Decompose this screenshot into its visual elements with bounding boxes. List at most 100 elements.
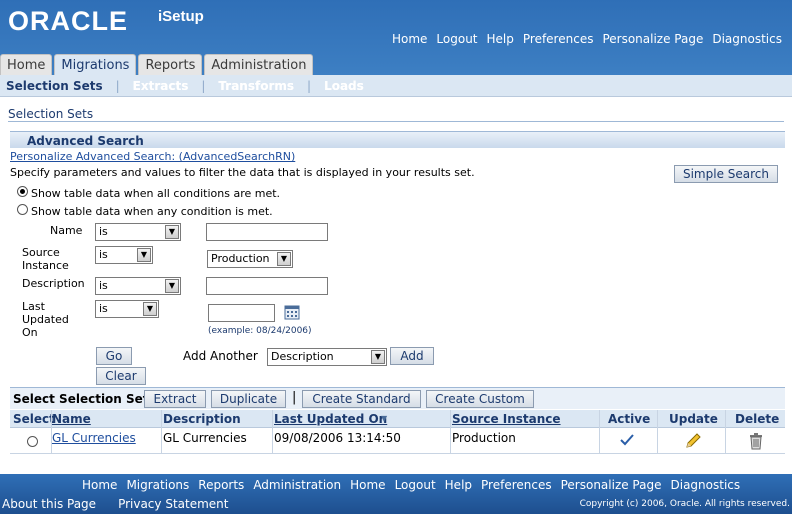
footer-link-reports[interactable]: Reports <box>198 478 244 492</box>
row-select-radio[interactable] <box>27 436 38 447</box>
create-custom-button[interactable]: Create Custom <box>426 390 534 408</box>
column-divider <box>599 410 600 454</box>
tab-reports[interactable]: Reports <box>138 54 203 75</box>
duplicate-button[interactable]: Duplicate <box>211 390 286 408</box>
chevron-down-icon: ▼ <box>165 225 179 239</box>
description-operator-value: is <box>99 279 108 292</box>
radio-all-label: Show table data when all conditions are … <box>31 187 281 200</box>
column-divider <box>161 410 162 454</box>
privacy-statement-link[interactable]: Privacy Statement <box>118 497 228 511</box>
global-link-home[interactable]: Home <box>392 32 427 46</box>
advanced-search-header: Advanced Search <box>10 131 785 148</box>
source-instance-select[interactable]: Production ▼ <box>207 250 293 268</box>
updated-operator-select[interactable]: is ▼ <box>95 300 159 318</box>
source-operator-select[interactable]: is ▼ <box>95 246 153 264</box>
add-another-label: Add Another <box>183 349 258 363</box>
page-title: Selection Sets <box>8 107 94 121</box>
column-divider <box>450 410 451 454</box>
footer-link-preferences[interactable]: Preferences <box>481 478 552 492</box>
global-link-logout[interactable]: Logout <box>436 32 477 46</box>
subtab-separator: | <box>307 78 312 93</box>
tab-migrations[interactable]: Migrations <box>54 54 137 75</box>
footer-links: Home Migrations Reports Administration H… <box>82 478 740 492</box>
name-operator-select[interactable]: is ▼ <box>95 223 181 241</box>
select-selection-set-label: Select Selection Set: <box>13 392 154 406</box>
subtab-loads[interactable]: Loads <box>324 79 364 93</box>
date-example-hint: (example: 08/24/2006) <box>208 326 312 336</box>
chevron-down-icon: ▼ <box>137 248 151 262</box>
chevron-down-icon: ▼ <box>143 302 157 316</box>
footer-link-migrations[interactable]: Migrations <box>126 478 189 492</box>
footer-link-logout[interactable]: Logout <box>395 478 436 492</box>
advanced-search-title: Advanced Search <box>27 134 144 148</box>
date-input[interactable] <box>208 304 275 322</box>
radio-any-condition[interactable] <box>17 204 28 215</box>
extract-button[interactable]: Extract <box>144 390 206 408</box>
add-button[interactable]: Add <box>390 347 434 365</box>
action-separator: | <box>292 390 297 405</box>
footer-link-administration[interactable]: Administration <box>253 478 341 492</box>
column-divider <box>725 410 726 454</box>
footer-link-home[interactable]: Home <box>82 478 117 492</box>
column-description: Description <box>163 412 241 426</box>
global-link-help[interactable]: Help <box>487 32 514 46</box>
add-another-value: Description <box>271 350 334 363</box>
personalize-advanced-search-link[interactable]: Personalize Advanced Search: (AdvancedSe… <box>10 150 295 163</box>
go-button[interactable]: Go <box>96 347 132 365</box>
radio-any-label: Show table data when any condition is me… <box>31 205 273 218</box>
pencil-edit-icon[interactable] <box>684 432 702 453</box>
calendar-icon[interactable] <box>284 304 300 320</box>
main-tabs: Home Migrations Reports Administration <box>0 54 314 75</box>
table-header: Select Name Description Last Updated On … <box>10 410 785 428</box>
header-band: ORACLE iSetup Home Logout Help Preferenc… <box>0 0 792 75</box>
subtab-extracts[interactable]: Extracts <box>133 79 189 93</box>
name-value-input[interactable] <box>206 223 328 241</box>
row-name-link[interactable]: GL Currencies <box>52 431 136 445</box>
about-this-page-link[interactable]: About this Page <box>2 497 96 511</box>
sort-descending-icon[interactable]: ▼ <box>381 414 387 423</box>
footer-link-help[interactable]: Help <box>445 478 472 492</box>
global-link-personalize-page[interactable]: Personalize Page <box>602 32 703 46</box>
column-last-updated[interactable]: Last Updated On <box>274 412 387 426</box>
tab-administration[interactable]: Administration <box>204 54 314 75</box>
chevron-down-icon: ▼ <box>165 279 179 293</box>
copyright-notice: Copyright (c) 2006, Oracle. All rights r… <box>579 499 790 509</box>
trash-delete-icon[interactable] <box>748 432 764 453</box>
table-row: GL Currencies GL Currencies 09/08/2006 1… <box>10 428 785 454</box>
subtab-separator: | <box>115 78 120 93</box>
column-divider <box>272 410 273 454</box>
description-value-input[interactable] <box>206 277 328 295</box>
subtab-transforms[interactable]: Transforms <box>218 79 294 93</box>
simple-search-button[interactable]: Simple Search <box>674 165 778 183</box>
create-standard-button[interactable]: Create Standard <box>302 390 421 408</box>
name-label: Name <box>50 224 83 237</box>
radio-all-conditions[interactable] <box>17 186 28 197</box>
checkmark-icon <box>620 434 634 449</box>
footer-link-personalize-page[interactable]: Personalize Page <box>561 478 662 492</box>
name-operator-value: is <box>99 225 108 238</box>
add-another-select[interactable]: Description ▼ <box>267 348 387 366</box>
chevron-down-icon: ▼ <box>277 252 291 266</box>
footer-link-home-global[interactable]: Home <box>350 478 385 492</box>
subtab-selection-sets[interactable]: Selection Sets <box>6 79 103 93</box>
footer-secondary-links: About this Page Privacy Statement <box>2 497 228 511</box>
global-link-diagnostics[interactable]: Diagnostics <box>712 32 782 46</box>
description-operator-select[interactable]: is ▼ <box>95 277 181 295</box>
footer: Home Migrations Reports Administration H… <box>0 474 792 514</box>
row-last-updated: 09/08/2006 13:14:50 <box>274 431 401 445</box>
column-active: Active <box>608 412 651 426</box>
title-divider <box>8 121 784 122</box>
column-divider <box>51 410 52 454</box>
global-link-preferences[interactable]: Preferences <box>523 32 594 46</box>
column-select: Select <box>13 412 55 426</box>
row-description: GL Currencies <box>163 431 247 445</box>
footer-link-diagnostics[interactable]: Diagnostics <box>671 478 741 492</box>
source-operator-value: is <box>99 248 108 261</box>
tab-home[interactable]: Home <box>0 54 53 75</box>
source-instance-value: Production <box>211 252 270 265</box>
clear-button[interactable]: Clear <box>96 367 146 385</box>
column-source-instance[interactable]: Source Instance <box>452 412 561 426</box>
updated-operator-value: is <box>99 302 108 315</box>
column-name[interactable]: Name <box>52 412 91 426</box>
description-label: Description <box>22 277 85 290</box>
